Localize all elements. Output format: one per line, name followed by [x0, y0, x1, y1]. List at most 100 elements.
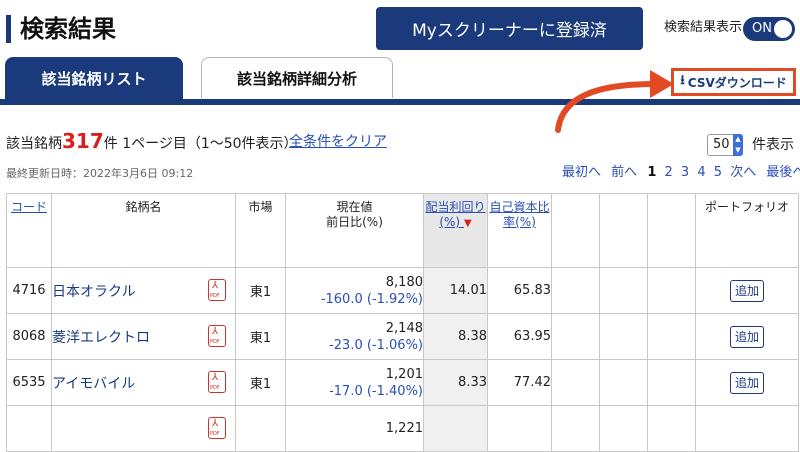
csv-download-label: CSVダウンロード [687, 75, 787, 90]
cell-portfolio: 追加 [695, 359, 799, 406]
header-dividend-label: 配当利回り(%) [425, 200, 486, 229]
cell-code [6, 405, 52, 452]
cell-market [235, 405, 286, 452]
results-table: コード 銘柄名 市場 現在値 前日比(%) 配当利回り(%) ▼ 自己資本比率(… [6, 193, 799, 452]
add-portfolio-button[interactable]: 追加 [730, 371, 764, 394]
select-spinner-icon: ▲ ▼ [733, 134, 743, 156]
cell-portfolio: 追加 [695, 267, 799, 314]
tab-stock-list[interactable]: 該当銘柄リスト [5, 57, 183, 99]
pdf-icon[interactable]: ⅄ PDF [208, 371, 226, 393]
csv-download-button[interactable]: ⭳ CSVダウンロード [671, 68, 796, 96]
summary-suffix: 件 1ページ目（1〜50件表示） [103, 136, 298, 152]
pager-page-2[interactable]: 2 [665, 165, 673, 180]
stock-name-link[interactable]: 菱洋エレクトロ [52, 330, 150, 346]
title-accent-bar [6, 15, 11, 43]
price-value: 1,221 [385, 421, 423, 436]
my-screener-button[interactable]: Myスクリーナーに登録済 [376, 7, 643, 50]
cell-empty [599, 267, 648, 314]
pdf-icon[interactable]: ⅄ PDF [208, 325, 226, 347]
table-row: 6535 アイモバイル ⅄ PDF 東1 1,201 -17.0 (-1.40%)… [6, 359, 799, 406]
price-change: -160.0 (-1.92%) [320, 291, 423, 307]
results-display-toggle[interactable]: ON [743, 17, 795, 41]
result-summary: 該当銘柄317件 1ページ目（1〜50件表示） [6, 130, 298, 155]
stock-name-link[interactable]: 日本オラクル [52, 284, 136, 300]
price-value: 8,180 [385, 274, 423, 290]
pager-page-4[interactable]: 4 [697, 165, 705, 180]
pager-prev[interactable]: 前へ [611, 165, 637, 180]
cell-price: 8,180 -160.0 (-1.92%) [285, 267, 424, 314]
header-price-sub: 前日比(%) [326, 215, 383, 229]
cell-market: 東1 [235, 313, 286, 360]
stock-name-link[interactable]: アイモバイル [52, 376, 135, 392]
page-size-value: 50 [713, 137, 730, 152]
cell-portfolio [695, 405, 799, 452]
sort-desc-icon: ▼ [463, 218, 472, 229]
download-icon: ⭳ [680, 73, 685, 88]
highlight-arrow-icon [555, 70, 674, 133]
cell-equity: 77.42 [487, 359, 552, 406]
price-value: 2,148 [385, 320, 423, 336]
cell-empty [647, 267, 696, 314]
table-row: 8068 菱洋エレクトロ ⅄ PDF 東1 2,148 -23.0 (-1.06%… [6, 313, 799, 360]
page-size-select[interactable]: 50 ▲ ▼ [707, 134, 743, 156]
pager-page-5[interactable]: 5 [714, 165, 722, 180]
cell-dividend [423, 405, 488, 452]
header-price: 現在値 前日比(%) [285, 193, 424, 268]
price-value: 1,201 [385, 366, 423, 382]
cell-code: 4716 [6, 267, 52, 314]
table-row: 4716 日本オラクル ⅄ PDF 東1 8,180 -160.0 (-1.92%… [6, 267, 799, 314]
tab-detail-analysis[interactable]: 該当銘柄詳細分析 [201, 57, 393, 98]
header-equity[interactable]: 自己資本比率(%) [487, 193, 552, 268]
header-code[interactable]: コード [6, 193, 52, 268]
cell-equity [487, 405, 552, 452]
cell-price: 2,148 -23.0 (-1.06%) [285, 313, 424, 360]
cell-market: 東1 [235, 267, 286, 314]
cell-name: アイモバイル ⅄ PDF [51, 359, 236, 406]
price-change: -17.0 (-1.40%) [329, 383, 423, 399]
pager-page-3[interactable]: 3 [681, 165, 689, 180]
pager-page-1: 1 [647, 165, 657, 180]
cell-name: 菱洋エレクトロ ⅄ PDF [51, 313, 236, 360]
add-portfolio-button[interactable]: 追加 [730, 325, 764, 348]
cell-name: 日本オラクル ⅄ PDF [51, 267, 236, 314]
toggle-knob [774, 20, 792, 38]
header-empty-1 [551, 193, 600, 268]
cell-empty [599, 313, 648, 360]
page-size-suffix: 件表示 [752, 137, 794, 153]
page-title: 検索結果 [20, 15, 116, 43]
cell-portfolio: 追加 [695, 313, 799, 360]
header-empty-3 [647, 193, 696, 268]
cell-dividend: 8.33 [423, 359, 488, 406]
cell-empty [551, 405, 600, 452]
header-empty-2 [599, 193, 648, 268]
pdf-icon[interactable]: ⅄ PDF [208, 417, 226, 439]
cell-empty [647, 359, 696, 406]
cell-empty [599, 359, 648, 406]
clear-conditions-link[interactable]: 全条件をクリア [289, 132, 387, 152]
add-portfolio-button[interactable]: 追加 [730, 279, 764, 302]
cell-code: 8068 [6, 313, 52, 360]
pager-first[interactable]: 最初へ [562, 165, 601, 180]
cell-empty [551, 313, 600, 360]
header-dividend[interactable]: 配当利回り(%) ▼ [423, 193, 488, 268]
result-count: 317 [62, 129, 104, 153]
tab-underline [0, 99, 800, 105]
cell-name: ⅄ PDF [51, 405, 236, 452]
pager-last[interactable]: 最後へ [766, 165, 800, 180]
header-name: 銘柄名 [51, 193, 236, 268]
pager-next[interactable]: 次へ [730, 165, 756, 180]
header-price-label: 現在値 [336, 200, 373, 214]
toggle-label: 検索結果表示 [664, 20, 743, 35]
table-row: ⅄ PDF 1,221 [6, 405, 799, 452]
cell-empty [551, 267, 600, 314]
header-portfolio: ポートフォリオ [695, 193, 799, 268]
cell-dividend: 8.38 [423, 313, 488, 360]
cell-empty [647, 405, 696, 452]
cell-dividend: 14.01 [423, 267, 488, 314]
cell-price: 1,201 -17.0 (-1.40%) [285, 359, 424, 406]
summary-prefix: 該当銘柄 [6, 136, 62, 152]
pdf-icon[interactable]: ⅄ PDF [208, 279, 226, 301]
header-market: 市場 [235, 193, 286, 268]
price-change: -23.0 (-1.06%) [329, 337, 423, 353]
pagination: 最初へ 前へ 1 2 3 4 5 次へ 最後へ [562, 163, 800, 183]
